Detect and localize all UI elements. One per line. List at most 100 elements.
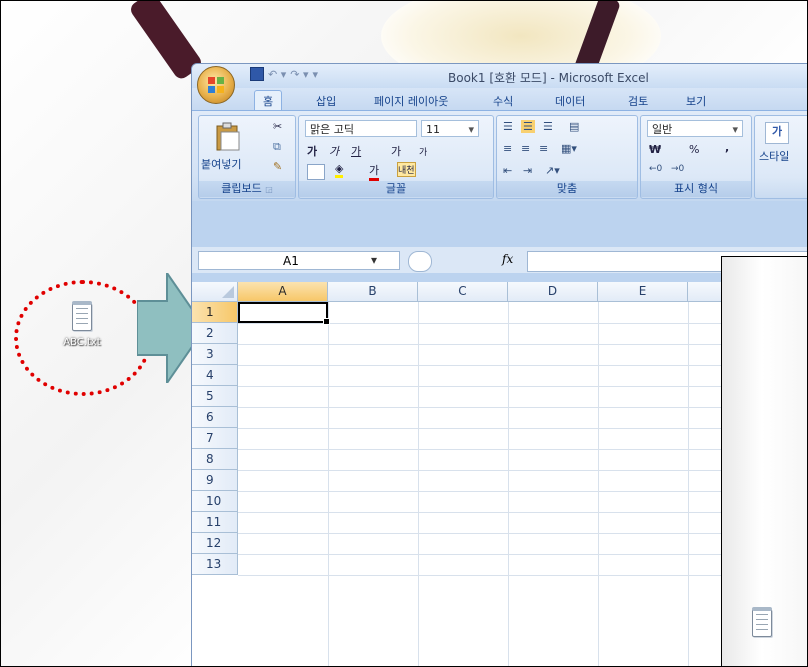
underline-button[interactable]: 가 [351, 143, 361, 159]
column-header[interactable]: D [508, 282, 598, 302]
spreadsheet-grid[interactable]: A B C D E 1 2 3 4 5 6 7 8 9 10 11 12 13 [192, 282, 807, 666]
column-header[interactable]: E [598, 282, 688, 302]
comma-button[interactable]: , [725, 141, 729, 154]
undo-icon[interactable]: ↶ ▾ [268, 68, 286, 81]
align-bottom-icon[interactable]: ☰ [543, 120, 553, 133]
column-header[interactable]: C [418, 282, 508, 302]
percent-button[interactable]: % [689, 143, 699, 156]
row-header[interactable]: 7 [192, 428, 238, 449]
ribbon: 붙여넣기 ✂ ⧉ ✎ 클립보드 ◲ 맑은 고딕 11 ▾ 가 가 가 가 가 ◈ … [192, 110, 807, 201]
overlapping-window [721, 256, 807, 666]
name-box[interactable]: A1 ▾ [198, 251, 400, 270]
quick-access-toolbar: ↶ ▾ ↷ ▾ ▾ [250, 67, 318, 81]
tab-home[interactable]: 홈 [254, 90, 283, 112]
gridline [688, 302, 689, 666]
align-left-icon[interactable]: ≡ [503, 142, 512, 155]
font-group: 맑은 고딕 11 ▾ 가 가 가 가 가 ◈ 가 내천 글꼴 [298, 115, 494, 199]
notepad-icon [72, 301, 92, 331]
currency-button[interactable]: ₩ [649, 143, 661, 156]
orientation-icon[interactable]: ↗▾ [545, 164, 560, 177]
office-button[interactable] [197, 66, 235, 104]
decrease-indent-icon[interactable]: ⇤ [503, 164, 512, 177]
grow-font-button[interactable]: 가 [391, 143, 401, 159]
styles-button[interactable]: 스타일 [759, 148, 789, 164]
row-header[interactable]: 3 [192, 344, 238, 365]
paste-button[interactable]: 붙여넣기 [201, 156, 241, 172]
column-header[interactable]: A [238, 282, 328, 302]
row-header[interactable]: 11 [192, 512, 238, 533]
excel-window: ↶ ▾ ↷ ▾ ▾ Book1 [호환 모드] - Microsoft Exce… [191, 63, 807, 666]
active-cell[interactable] [238, 302, 330, 325]
align-right-icon[interactable]: ≡ [539, 142, 548, 155]
row-header[interactable]: 5 [192, 386, 238, 407]
insert-function-icon[interactable]: fx [502, 252, 513, 266]
row-header[interactable]: 10 [192, 491, 238, 512]
alignment-group: ☰ ☰ ☰ ▤ ≡ ≡ ≡ ▦▾ ⇤ ⇥ ↗▾ 맞춤 [496, 115, 638, 199]
tab-view[interactable]: 보기 [678, 91, 714, 111]
alignment-group-label: 맞춤 [497, 181, 637, 197]
decrease-decimal-icon[interactable]: →0 [671, 164, 684, 174]
desktop-file-label: ABC.txt [63, 337, 101, 348]
styles-group: 가 스타일 [754, 115, 807, 199]
border-icon[interactable] [307, 164, 325, 180]
formula-bar: A1 ▾ fx [192, 247, 807, 273]
font-color-button[interactable]: 가 [369, 162, 380, 181]
italic-button[interactable]: 가 [329, 143, 339, 159]
row-header[interactable]: 1 [192, 302, 238, 323]
styles-icon: 가 [765, 122, 789, 144]
align-middle-icon[interactable]: ☰ [521, 120, 535, 133]
tab-data[interactable]: 데이터 [547, 91, 593, 111]
cut-icon[interactable]: ✂ [273, 120, 282, 133]
column-header[interactable]: B [328, 282, 418, 302]
office-logo-icon [208, 77, 224, 93]
name-box-dropdown-icon[interactable]: ▾ [371, 253, 377, 267]
bold-button[interactable]: 가 [307, 143, 317, 159]
merge-center-icon[interactable]: ▦▾ [561, 142, 577, 155]
save-icon[interactable] [250, 67, 264, 81]
select-all-icon [222, 286, 234, 298]
customize-qat-icon[interactable]: ▾ [313, 68, 319, 81]
clipboard-group-label: 클립보드 ◲ [199, 181, 295, 197]
gridline [418, 302, 419, 666]
tab-page-layout[interactable]: 페이지 레이아웃 [366, 91, 456, 111]
row-header[interactable]: 13 [192, 554, 238, 575]
tab-insert[interactable]: 삽입 [308, 91, 344, 111]
row-header[interactable]: 6 [192, 407, 238, 428]
tab-review[interactable]: 검토 [620, 91, 656, 111]
number-group: 일반 ▾ ₩ % , ←0 →0 표시 형식 [640, 115, 752, 199]
increase-decimal-icon[interactable]: ←0 [649, 164, 662, 174]
shrink-font-button[interactable]: 가 [419, 145, 427, 158]
fill-color-icon[interactable]: ◈ [335, 162, 344, 178]
row-header[interactable]: 2 [192, 323, 238, 344]
number-format-select[interactable]: 일반 ▾ [647, 120, 743, 137]
format-painter-icon[interactable]: ✎ [273, 160, 282, 173]
copy-icon[interactable]: ⧉ [273, 140, 281, 154]
font-group-label: 글꼴 [299, 181, 493, 197]
font-size-select[interactable]: 11 ▾ [421, 120, 479, 137]
desktop-file-icon[interactable]: ABC.txt [59, 301, 105, 348]
window-title: Book1 [호환 모드] - Microsoft Excel [448, 71, 649, 85]
tab-formulas[interactable]: 수식 [485, 91, 521, 111]
notepad-icon[interactable] [752, 607, 772, 637]
increase-indent-icon[interactable]: ⇥ [523, 164, 532, 177]
font-family-select[interactable]: 맑은 고딕 [305, 120, 417, 137]
row-header[interactable]: 9 [192, 470, 238, 491]
clipboard-group: 붙여넣기 ✂ ⧉ ✎ 클립보드 ◲ [198, 115, 296, 199]
gridline [328, 302, 329, 666]
desktop: ABC.txt ↶ ▾ ↷ ▾ ▾ Book1 [호환 모드] - Micros… [0, 0, 808, 667]
select-all-corner[interactable] [192, 282, 238, 302]
formula-expand-handle[interactable] [408, 251, 432, 272]
redo-icon[interactable]: ↷ ▾ [290, 68, 308, 81]
phonetic-button[interactable]: 내천 [397, 162, 416, 177]
gridline [598, 302, 599, 666]
row-header[interactable]: 12 [192, 533, 238, 554]
paste-icon[interactable] [215, 122, 241, 152]
gridline [508, 302, 509, 666]
row-header[interactable]: 4 [192, 365, 238, 386]
align-center-icon[interactable]: ≡ [521, 142, 530, 155]
ribbon-tabs: 홈 삽입 페이지 레이아웃 수식 데이터 검토 보기 [192, 88, 807, 112]
number-group-label: 표시 형식 [641, 181, 751, 197]
align-top-icon[interactable]: ☰ [503, 120, 513, 133]
wrap-text-icon[interactable]: ▤ [569, 120, 579, 133]
row-header[interactable]: 8 [192, 449, 238, 470]
